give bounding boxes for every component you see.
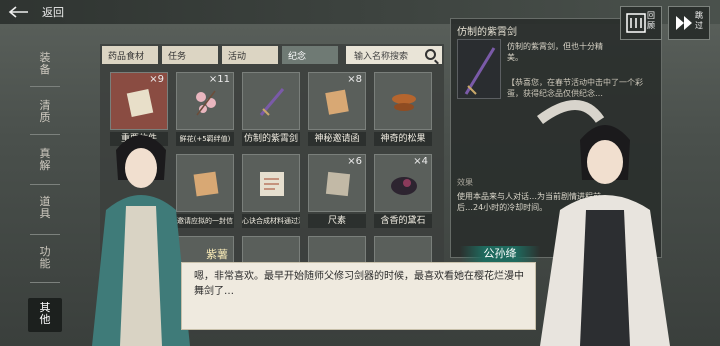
paper-icon <box>325 171 351 197</box>
sidebar-item-props[interactable]: 道具 <box>28 196 62 220</box>
divider <box>30 134 60 135</box>
sidebar-item-true-solution[interactable]: 真解 <box>28 148 62 172</box>
back-button[interactable]: 返回 <box>8 4 64 20</box>
scroll-icon <box>260 172 284 196</box>
item-frame <box>242 72 300 130</box>
speaker-right-name: 公孙绛 <box>460 246 540 262</box>
letter-icon <box>126 88 154 118</box>
item-frame <box>242 154 300 212</box>
divider <box>30 184 60 185</box>
item-slot[interactable]: ×6 尺素 <box>308 154 366 228</box>
divider <box>30 234 60 235</box>
character-left-portrait <box>92 135 190 346</box>
item-count: ×11 <box>208 74 230 85</box>
detail-effect-label: 效果 <box>457 178 473 187</box>
skip-button[interactable]: 跳过 <box>668 6 710 40</box>
skip-label: 跳过 <box>695 11 703 30</box>
speaker-left-name: 紫薯 <box>206 248 228 261</box>
divider <box>30 282 60 283</box>
inkstone-icon <box>391 177 417 195</box>
tab-bar: 药品食材 任务 活动 纪念 <box>102 46 338 64</box>
review-button[interactable]: 回顾 <box>620 6 662 40</box>
item-label: 尺素 <box>308 214 366 228</box>
item-frame: ×4 <box>374 154 432 212</box>
sidebar-item-quality[interactable]: 清质 <box>28 100 62 124</box>
item-label: 心诀合成材料通过清单 <box>242 214 300 228</box>
item-slot[interactable]: ×8 神秘邀请函 <box>308 72 366 146</box>
flower-icon <box>196 90 216 116</box>
fast-forward-icon <box>676 16 692 30</box>
item-frame: ×8 <box>308 72 366 130</box>
detail-title: 仿制的紫霄剑 <box>457 27 517 38</box>
item-frame <box>374 72 432 130</box>
detail-sword-icon <box>457 39 501 99</box>
invitation-icon <box>325 89 349 115</box>
item-slot[interactable]: 心诀合成材料通过清单 <box>242 154 300 228</box>
item-label: 仿制的紫霄剑 <box>242 132 300 146</box>
dialog-text: 嗯，非常喜欢。最早开始随师父修习剑器的时候，最喜欢看她在樱花烂漫中舞剑了… <box>194 271 524 297</box>
item-slot[interactable]: 神奇的松果 <box>374 72 432 146</box>
sidebar-item-functions[interactable]: 功能 <box>28 246 62 270</box>
search-placeholder: 输入名称搜索 <box>354 51 409 62</box>
character-right-portrait <box>537 100 670 346</box>
item-count: ×8 <box>347 74 362 85</box>
item-count: ×6 <box>347 156 362 167</box>
search-icon[interactable] <box>425 49 436 60</box>
back-label: 返回 <box>42 6 64 19</box>
sidebar-item-equipment[interactable]: 装备 <box>28 52 62 76</box>
item-label: 含香的黛石 <box>374 214 432 228</box>
category-sidebar: 装备 清质 真解 道具 功能 其他 <box>28 40 62 340</box>
detail-description: 仿制的紫霄剑，但也十分精美。 <box>507 42 603 62</box>
item-label: 神秘邀请函 <box>308 132 366 146</box>
tab-events[interactable]: 活动 <box>222 46 278 64</box>
tab-tasks[interactable]: 任务 <box>162 46 218 64</box>
dialog-box[interactable]: 嗯，非常喜欢。最早开始随师父修习剑器的时候，最喜欢看她在樱花烂漫中舞剑了… <box>181 262 536 330</box>
sword-icon <box>259 88 285 116</box>
review-icon <box>626 13 646 33</box>
back-arrow-icon <box>8 6 28 18</box>
item-frame: ×6 <box>308 154 366 212</box>
divider <box>30 86 60 87</box>
tab-medicine-food[interactable]: 药品食材 <box>102 46 158 64</box>
search-input[interactable]: 输入名称搜索 <box>346 46 442 64</box>
item-label: 神奇的松果 <box>374 132 432 146</box>
review-label: 回顾 <box>647 11 655 30</box>
item-slot[interactable]: 仿制的紫霄剑 <box>242 72 300 146</box>
item-count: ×4 <box>413 156 428 167</box>
tab-memorial[interactable]: 纪念 <box>282 46 338 64</box>
item-count: ×9 <box>149 74 164 85</box>
item-slot[interactable]: ×4 含香的黛石 <box>374 154 432 228</box>
sidebar-item-other[interactable]: 其他 <box>28 298 62 332</box>
pinecone-icon <box>392 94 416 111</box>
